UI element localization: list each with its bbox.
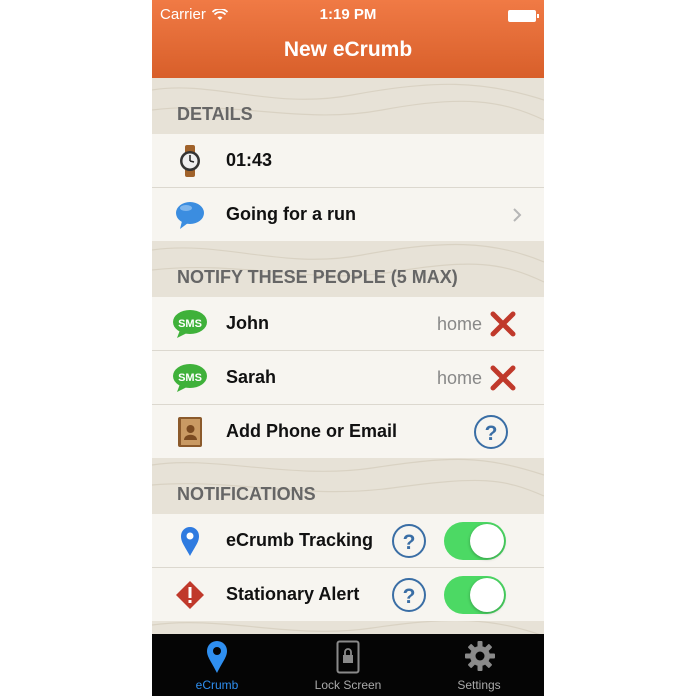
tab-label: Settings [457,678,501,692]
activity-row[interactable]: Going for a run [152,188,544,241]
contact-type: home [436,368,482,388]
notifications-header: NOTIFICATIONS [177,484,316,504]
tab-label: Lock Screen [314,678,382,692]
contact-row[interactable]: SMS Sarah home [152,351,544,405]
tab-lock-screen[interactable]: Lock Screen [283,634,413,696]
contact-name: John [226,313,269,333]
stationary-row: Stationary Alert ? [152,568,544,621]
activity-label: Going for a run [226,204,356,224]
help-button[interactable]: ? [392,524,426,558]
notify-group: SMS John home SMS Sarah home Add Phone o… [152,297,544,458]
stationary-toggle[interactable] [444,576,506,614]
delete-icon[interactable] [490,365,516,391]
svg-text:SMS: SMS [178,372,202,384]
tab-settings[interactable]: Settings [414,634,544,696]
contact-name: Sarah [226,367,277,387]
help-button[interactable]: ? [474,415,508,449]
contact-type: home [436,314,482,334]
tab-bar: eCrumb Lock Screen Settings [152,634,544,696]
time-row[interactable]: 01:43 [152,134,544,188]
details-header: DETAILS [177,104,253,124]
notifications-group: eCrumb Tracking ? Stationary Alert ? [152,514,544,621]
contact-row[interactable]: SMS John home [152,297,544,351]
status-time: 1:19 PM [319,6,377,23]
battery-icon [508,10,539,22]
status-bar: Carrier 1:19 PM [152,4,544,24]
delete-icon[interactable] [490,311,516,337]
time-label: 01:43 [226,150,273,170]
stationary-label: Stationary Alert [226,584,360,604]
add-contact-label: Add Phone or Email [226,421,398,441]
toggle-knob [470,524,504,558]
notify-header: NOTIFY THESE PEOPLE (5 MAX) [177,267,458,287]
chevron-right-icon [513,208,522,222]
tracking-row: eCrumb Tracking ? [152,514,544,568]
toggle-knob [470,578,504,612]
tracking-label: eCrumb Tracking [226,530,374,550]
watch-icon [180,145,200,177]
add-contact-row[interactable]: Add Phone or Email ? [152,405,544,458]
help-button[interactable]: ? [392,578,426,612]
svg-text:SMS: SMS [178,318,202,330]
phone-screen: Carrier 1:19 PM New eCrumb DETAILS 01:43 [152,0,544,696]
tracking-toggle[interactable] [444,522,506,560]
page-title: New eCrumb [283,38,413,61]
location-pin-icon [207,641,227,673]
sms-icon: SMS [173,310,207,338]
tab-label: eCrumb [195,678,239,692]
lock-screen-icon [336,640,360,674]
speech-bubble-icon [176,202,204,229]
warning-icon [176,581,204,609]
gear-icon [465,641,495,671]
tab-ecrumb[interactable]: eCrumb [152,634,282,696]
details-group: 01:43 Going for a run [152,134,544,241]
address-book-icon [178,417,202,447]
sms-icon: SMS [173,364,207,392]
navigation-bar: Carrier 1:19 PM New eCrumb [152,0,544,78]
location-pin-icon [181,527,199,556]
